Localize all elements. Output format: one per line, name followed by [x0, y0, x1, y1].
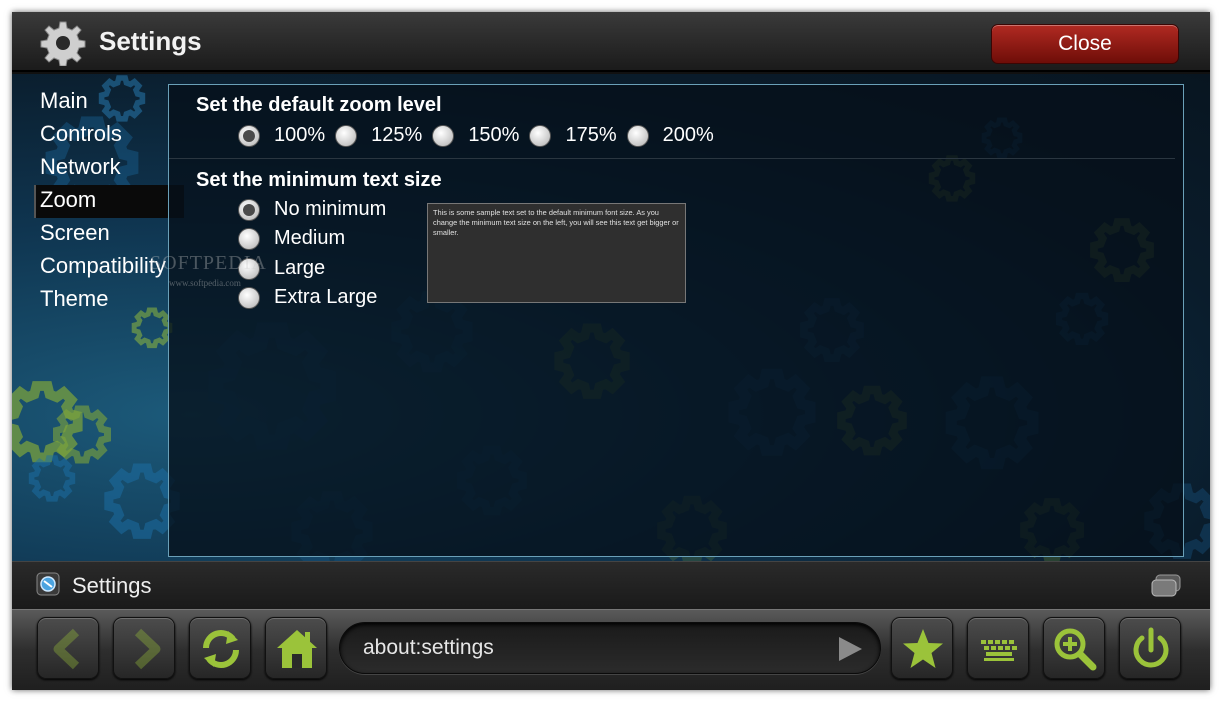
home-button[interactable] [265, 617, 327, 679]
text-size-option-extra-large: Extra Large [238, 286, 387, 309]
bookmarks-button[interactable] [891, 617, 953, 679]
star-icon [903, 629, 943, 668]
address-input[interactable]: about:settings [363, 636, 494, 660]
text-size-option-no-minimum: No minimum [238, 198, 396, 221]
zoom-in-icon [1054, 628, 1097, 671]
window-title: Settings [99, 26, 202, 56]
tabs-overview-icon[interactable] [1150, 574, 1182, 598]
title-bar: Settings Close [12, 12, 1210, 72]
zoom-label-100: 100% [274, 124, 326, 146]
zoom-radio-175[interactable] [529, 124, 552, 147]
text-size-label-large: Large [274, 257, 326, 279]
zoom-label-200: 200% [662, 124, 714, 146]
text-size-radio-no-minimum[interactable] [238, 198, 260, 221]
sidebar-item-screen[interactable]: Screen [34, 218, 184, 251]
zoom-radio-100[interactable] [238, 124, 260, 147]
zoom-label-125: 125% [371, 124, 423, 146]
text-size-radio-medium[interactable] [238, 227, 260, 250]
forward-icon [134, 628, 161, 670]
power-button[interactable] [1119, 617, 1181, 679]
back-button[interactable] [37, 617, 99, 679]
sidebar-item-zoom[interactable]: Zoom [34, 185, 184, 218]
close-button[interactable]: Close [991, 24, 1179, 64]
text-size-radio-extra-large[interactable] [238, 286, 260, 309]
settings-content: Main Controls Network Zoom Screen Compat… [12, 74, 1210, 561]
keyboard-icon [981, 640, 1017, 661]
gear-icon [40, 21, 86, 66]
zoom-settings-panel: Set the default zoom level 100% 125% 150… [168, 84, 1184, 557]
keyboard-button[interactable] [967, 617, 1029, 679]
current-tab-title: Settings [72, 573, 152, 598]
go-arrow-icon[interactable] [837, 636, 863, 662]
text-size-option-medium: Medium [238, 227, 355, 250]
zoom-label-150: 150% [468, 124, 520, 146]
text-size-label-extra-large: Extra Large [274, 286, 378, 308]
settings-window: Settings Close Main Controls Network Zoo… [12, 12, 1210, 690]
navigation-toolbar: about:settings [12, 609, 1210, 690]
home-icon [277, 630, 317, 668]
section-divider [169, 158, 1175, 159]
sample-text-preview: This is some sample text set to the defa… [427, 203, 686, 303]
zoom-level-heading: Set the default zoom level [196, 94, 442, 116]
status-bar: Settings [12, 561, 1210, 609]
zoom-radio-125[interactable] [335, 124, 358, 147]
power-icon [1133, 627, 1169, 668]
watermark-url: www.softpedia.com [169, 278, 241, 288]
settings-sidebar: Main Controls Network Zoom Screen Compat… [34, 86, 184, 317]
browser-tab-icon [36, 572, 60, 596]
sidebar-item-main[interactable]: Main [34, 86, 184, 119]
back-icon [53, 628, 80, 670]
zoom-radio-150[interactable] [432, 124, 455, 147]
reload-button[interactable] [189, 617, 251, 679]
min-text-size-heading: Set the minimum text size [196, 169, 442, 191]
reload-icon [203, 630, 239, 668]
text-size-label-medium: Medium [274, 227, 346, 249]
zoom-level-options: 100% 125% 150% 175% 200% [238, 124, 724, 147]
address-bar[interactable]: about:settings [339, 622, 881, 674]
sidebar-item-controls[interactable]: Controls [34, 119, 184, 152]
zoom-button[interactable] [1043, 617, 1105, 679]
forward-button[interactable] [113, 617, 175, 679]
watermark-brand: SOFTPEDIA [150, 252, 267, 274]
sidebar-item-theme[interactable]: Theme [34, 284, 184, 317]
zoom-label-175: 175% [565, 124, 617, 146]
zoom-radio-200[interactable] [626, 124, 649, 147]
text-size-label-no-minimum: No minimum [274, 198, 387, 220]
sidebar-item-network[interactable]: Network [34, 152, 184, 185]
